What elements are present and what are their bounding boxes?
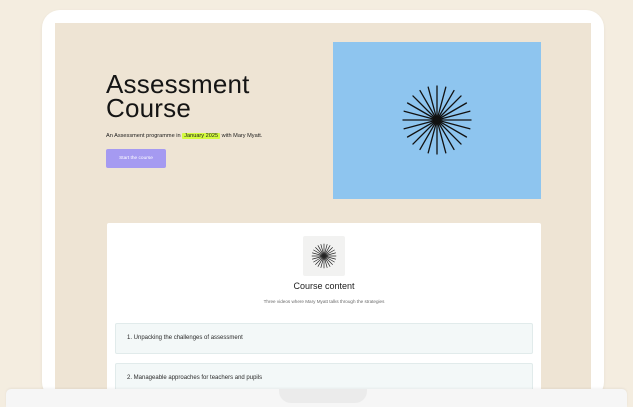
starburst-icon xyxy=(311,243,337,269)
laptop-notch xyxy=(279,389,367,403)
module-item-1[interactable]: 1. Unpacking the challenges of assessmen… xyxy=(115,323,533,354)
date-highlight: January 2025 xyxy=(182,133,221,139)
course-content-card: Course content Three videos where Mary M… xyxy=(107,223,541,393)
start-course-button[interactable]: Start the course xyxy=(106,149,166,168)
module-label: 1. Unpacking the challenges of assessmen… xyxy=(127,335,243,341)
page-title-line-2: Course xyxy=(106,93,192,123)
course-content-icon-box xyxy=(303,236,345,276)
module-label: 2. Manageable approaches for teachers an… xyxy=(127,375,263,381)
subtitle-text-before: An Assessment programme in xyxy=(106,133,181,139)
hero-subtitle: An Assessment programme in January 2025 … xyxy=(106,132,262,140)
course-page: Assessment Course An Assessment programm… xyxy=(55,23,591,393)
hero-image xyxy=(333,42,541,199)
starburst-icon xyxy=(402,85,472,155)
course-content-subtitle: Three videos where Mary Myatt talks thro… xyxy=(263,299,385,304)
subtitle-text-after: with Mary Myatt. xyxy=(221,133,263,139)
course-content-title: Course content xyxy=(293,281,355,291)
page-title: Assessment Course xyxy=(106,71,250,123)
laptop-base xyxy=(6,389,627,407)
